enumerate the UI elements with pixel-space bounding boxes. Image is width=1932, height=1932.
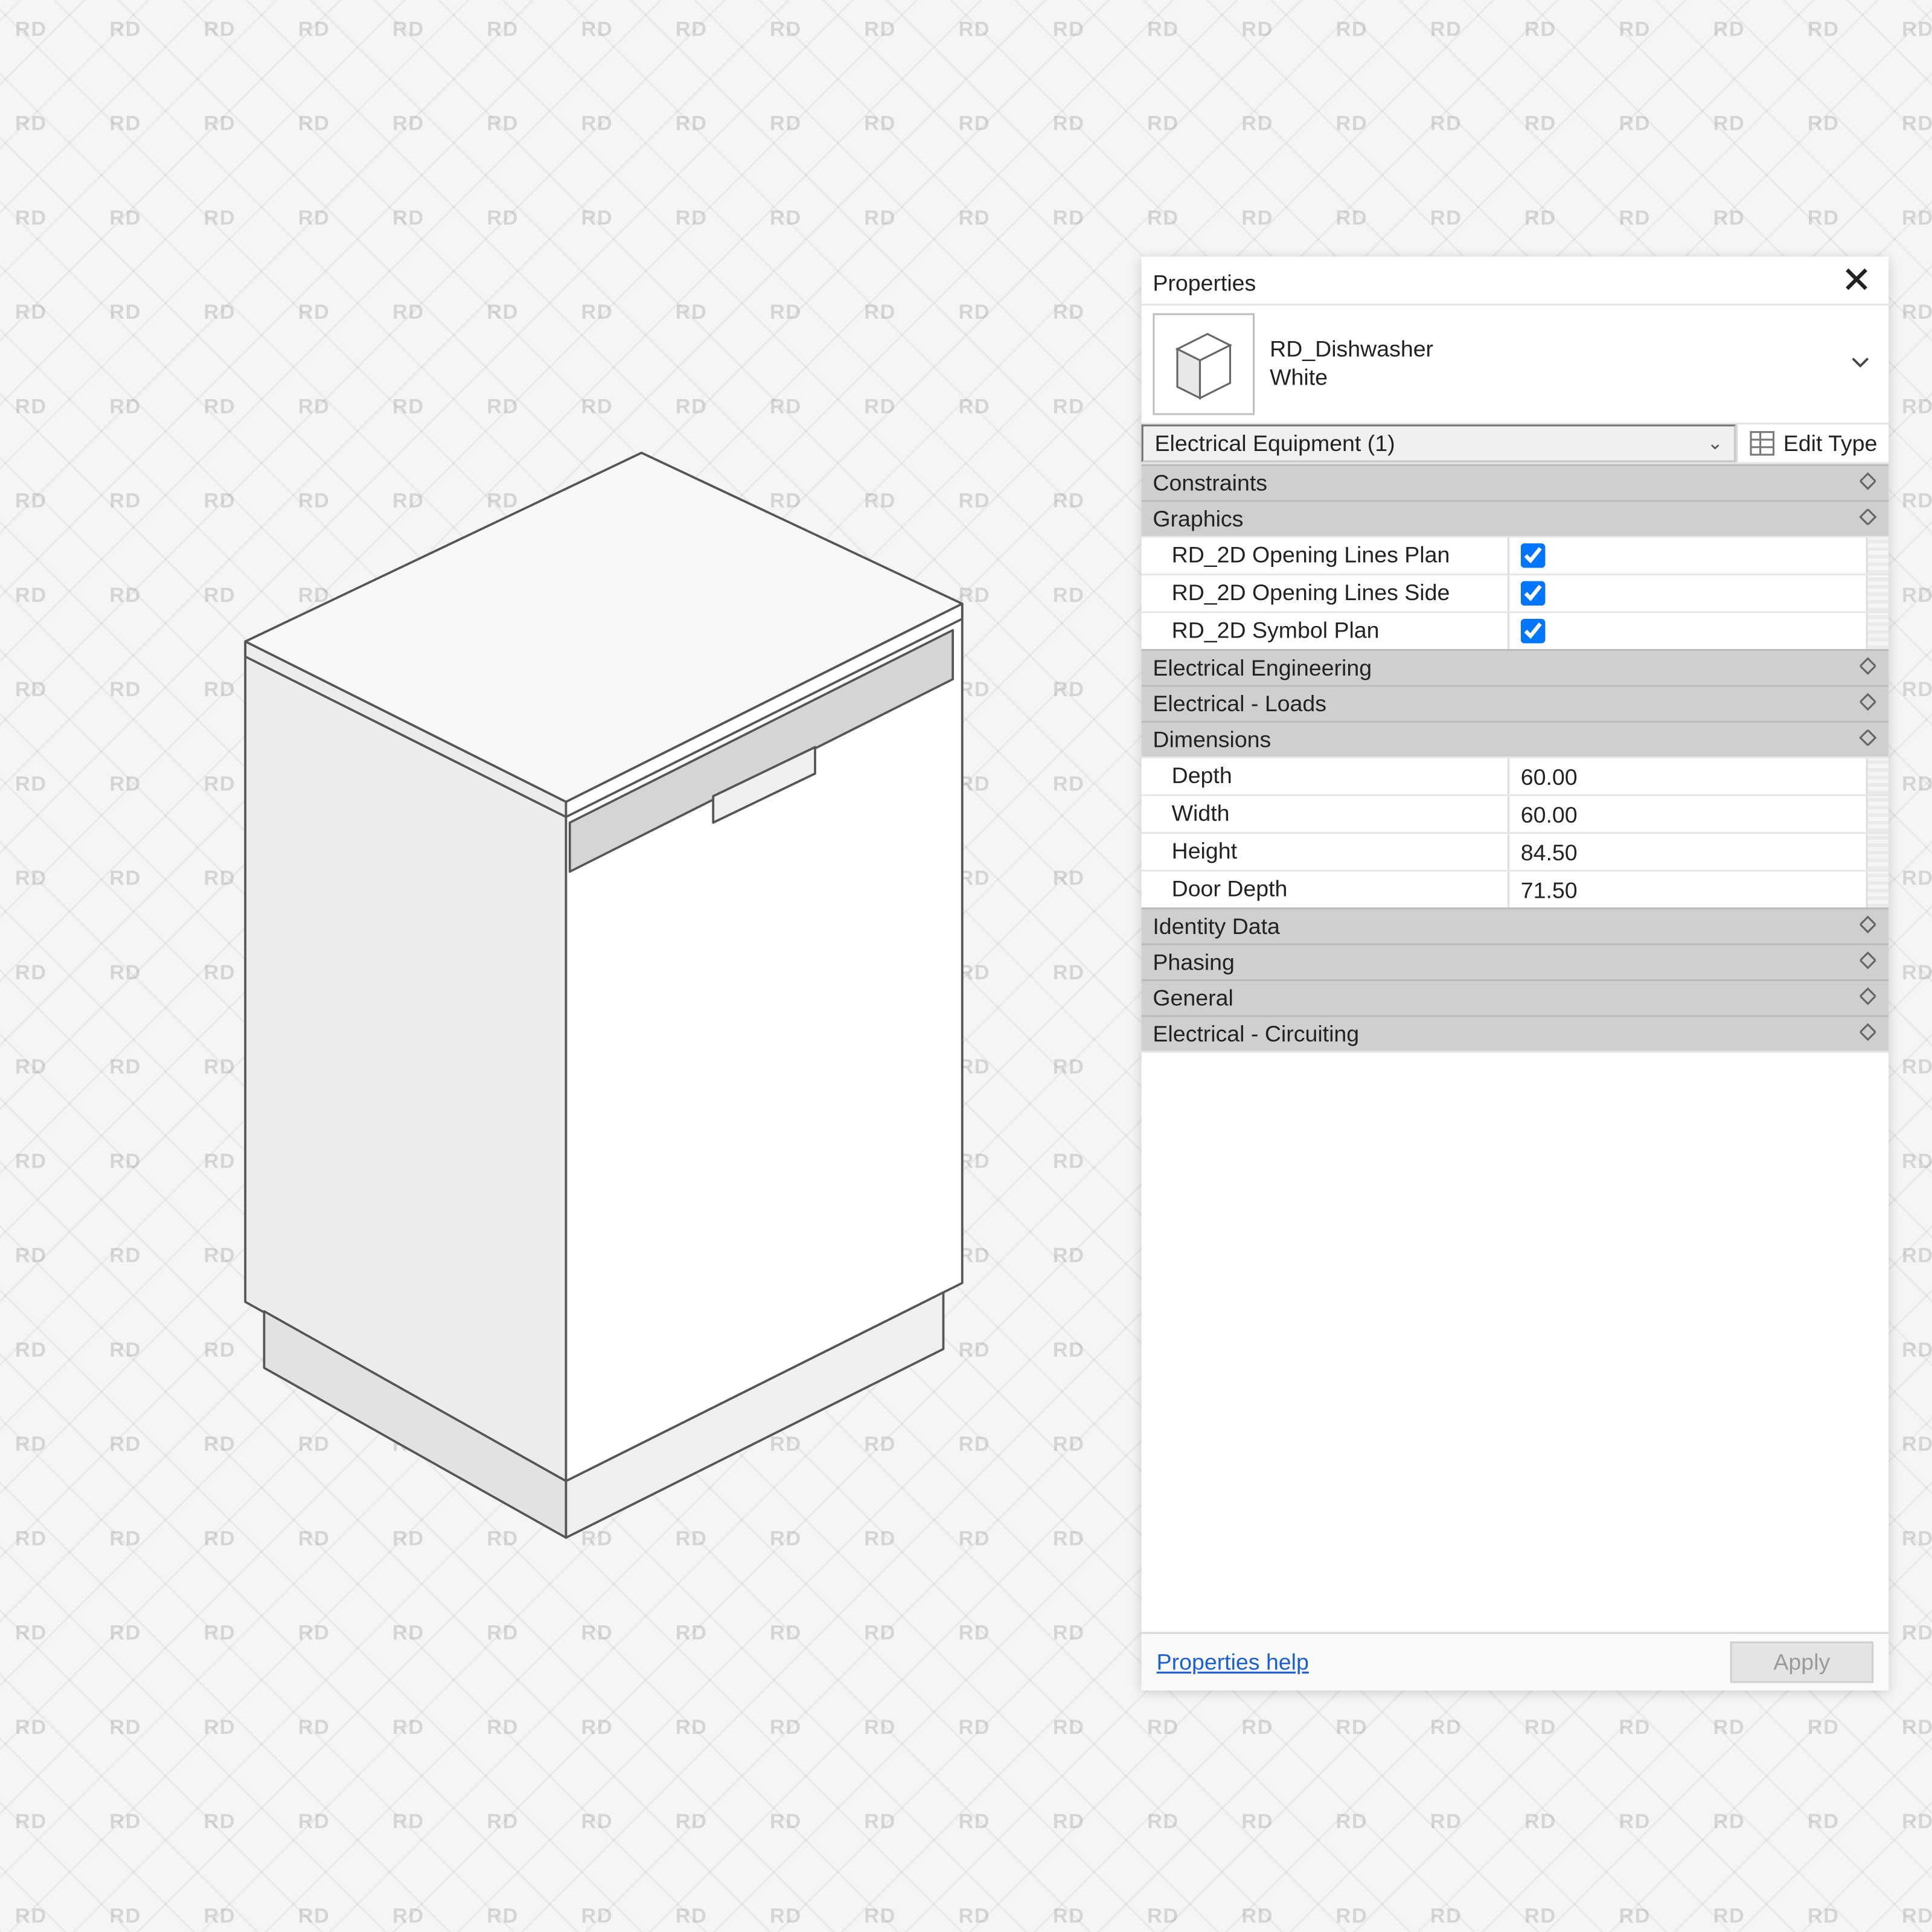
close-icon[interactable]	[1836, 262, 1878, 302]
property-label: Depth	[1142, 758, 1508, 794]
family-dropdown-arrow[interactable]	[1843, 351, 1877, 377]
section-header-phasing[interactable]: Phasing	[1142, 944, 1889, 979]
section-header-electrical-circuiting[interactable]: Electrical - Circuiting	[1142, 1015, 1889, 1051]
section-header-electrical-loads[interactable]: Electrical - Loads	[1142, 685, 1889, 720]
row-grip	[1866, 613, 1889, 649]
property-row: RD_2D Opening Lines Plan	[1142, 536, 1889, 574]
section-header-constraints[interactable]: Constraints	[1142, 464, 1889, 500]
expand-icon	[1858, 656, 1877, 680]
section-label: Dimensions	[1153, 726, 1271, 753]
property-value[interactable]	[1508, 538, 1866, 574]
section-header-electrical-engineering[interactable]: Electrical Engineering	[1142, 649, 1889, 685]
property-row: Width 60.00	[1142, 795, 1889, 833]
property-checkbox[interactable]	[1521, 543, 1546, 568]
panel-title: Properties	[1153, 269, 1256, 295]
family-type: White	[1270, 364, 1828, 392]
category-row: Electrical Equipment (1) ⌄ Edit Type	[1142, 424, 1889, 464]
collapse-icon	[1858, 728, 1877, 752]
property-label: Height	[1142, 834, 1508, 869]
row-grip	[1866, 758, 1889, 794]
row-grip	[1866, 796, 1889, 832]
section-header-general[interactable]: General	[1142, 979, 1889, 1015]
property-value[interactable]: 60.00	[1508, 758, 1866, 794]
family-name: RD_Dishwasher	[1270, 336, 1828, 364]
chevron-down-icon: ⌄	[1707, 433, 1722, 453]
row-grip	[1866, 575, 1889, 611]
property-value[interactable]: 71.50	[1508, 872, 1866, 907]
row-grip	[1866, 834, 1889, 869]
properties-body: Constraints Graphics RD_2D Opening Lines P…	[1142, 464, 1889, 1632]
expand-icon	[1858, 986, 1877, 1011]
section-header-identity-data[interactable]: Identity Data	[1142, 907, 1889, 943]
edit-type-button[interactable]: Edit Type	[1736, 424, 1889, 462]
properties-help-link[interactable]: Properties help	[1157, 1649, 1309, 1675]
property-label: RD_2D Opening Lines Plan	[1142, 538, 1508, 574]
expand-icon	[1858, 914, 1877, 939]
section-header-dimensions[interactable]: Dimensions	[1142, 721, 1889, 756]
section-label: Identity Data	[1153, 913, 1280, 940]
collapse-icon	[1858, 507, 1877, 531]
category-select[interactable]: Electrical Equipment (1) ⌄	[1142, 424, 1736, 462]
section-label: Constraints	[1153, 470, 1267, 496]
property-row: Door Depth 71.50	[1142, 870, 1889, 908]
family-thumbnail	[1153, 313, 1255, 415]
property-label: RD_2D Symbol Plan	[1142, 613, 1508, 649]
properties-empty-area	[1142, 1051, 1889, 1633]
section-label: Electrical - Circuiting	[1153, 1021, 1359, 1048]
property-text: 71.50	[1521, 877, 1578, 903]
family-names: RD_Dishwasher White	[1270, 336, 1828, 392]
section-label: Graphics	[1153, 506, 1243, 533]
property-label: Width	[1142, 796, 1508, 832]
category-label: Electrical Equipment (1)	[1155, 430, 1395, 457]
property-text: 60.00	[1521, 801, 1578, 828]
properties-panel: Properties RD_Dishwasher White	[1142, 257, 1889, 1690]
section-label: Phasing	[1153, 949, 1235, 976]
property-value[interactable]: 60.00	[1508, 796, 1866, 832]
property-checkbox[interactable]	[1521, 619, 1546, 644]
property-value[interactable]: 84.50	[1508, 834, 1866, 869]
property-text: 60.00	[1521, 763, 1578, 790]
apply-button[interactable]: Apply	[1730, 1642, 1874, 1683]
section-label: Electrical - Loads	[1153, 691, 1326, 717]
expand-icon	[1858, 691, 1877, 716]
section-label: General	[1153, 985, 1233, 1011]
property-row: RD_2D Opening Lines Side	[1142, 574, 1889, 612]
property-text: 84.50	[1521, 839, 1578, 865]
panel-titlebar: Properties	[1142, 257, 1889, 305]
property-row: Height 84.50	[1142, 832, 1889, 870]
expand-icon	[1858, 471, 1877, 496]
section-header-graphics[interactable]: Graphics	[1142, 500, 1889, 536]
row-grip	[1866, 538, 1889, 574]
expand-icon	[1858, 950, 1877, 974]
property-value[interactable]	[1508, 575, 1866, 611]
family-selector[interactable]: RD_Dishwasher White	[1142, 305, 1889, 424]
property-label: Door Depth	[1142, 872, 1508, 907]
row-grip	[1866, 872, 1889, 907]
property-row: RD_2D Symbol Plan	[1142, 612, 1889, 650]
panel-footer: Properties help Apply	[1142, 1632, 1889, 1690]
model-3d-dishwasher	[132, 434, 1019, 1585]
property-value[interactable]	[1508, 613, 1866, 649]
section-label: Electrical Engineering	[1153, 654, 1372, 681]
edit-type-label: Edit Type	[1783, 430, 1878, 457]
property-label: RD_2D Opening Lines Side	[1142, 575, 1508, 611]
property-checkbox[interactable]	[1521, 581, 1546, 606]
expand-icon	[1858, 1022, 1877, 1046]
edit-type-icon	[1749, 430, 1776, 457]
property-row: Depth 60.00	[1142, 756, 1889, 795]
